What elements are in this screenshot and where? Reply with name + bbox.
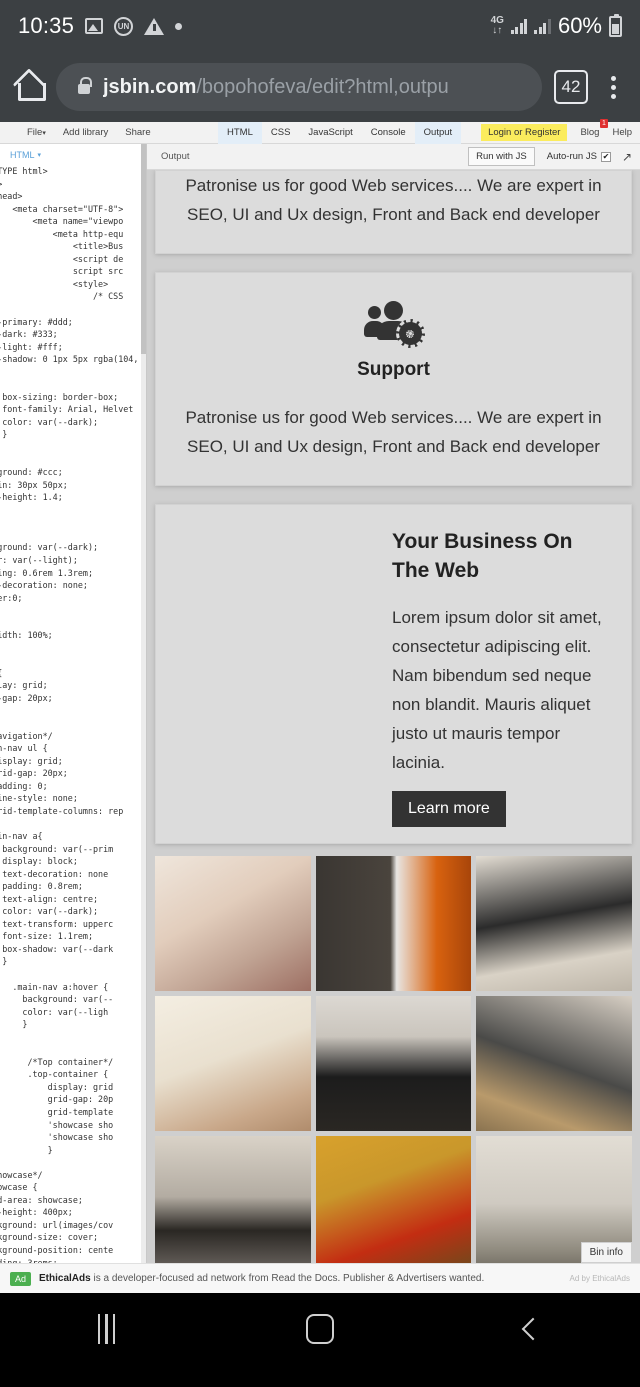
home-icon[interactable] [14,73,46,101]
learn-more-button[interactable]: Learn more [392,791,506,827]
support-card-title: Support [357,359,430,380]
warning-icon [144,17,165,35]
tab-output[interactable]: Output [414,121,462,144]
jsbin-toolbar-left: File▾ Add library Share [0,127,151,138]
signal-bars-sim2-icon [534,18,551,34]
browser-toolbar: jsbin.com/bopohofeva/edit?html,outpu 42 [0,52,640,122]
jsbin-toolbar: File▾ Add library Share HTML CSS JavaScr… [0,119,640,144]
tab-console[interactable]: Console [362,122,415,144]
business-card-title: Your Business On The Web [392,530,573,582]
tab-css[interactable]: CSS [262,122,300,144]
android-status-bar: 10:35 UN 4G ↓↑ 60% [0,0,640,52]
html-editor-pane[interactable]: HTML▾ <!DOCTYPE html> <html> <head> <met… [0,144,146,1263]
phone-screen: 10:35 UN 4G ↓↑ 60% jsbin.com/bopohofeva/e… [0,0,640,1387]
login-or-register-button[interactable]: Login or Register [481,124,568,141]
output-pane: Output Run with JS Auto-run JS ✔ ↗ Patro… [146,144,640,1263]
android-nav-bar [0,1293,640,1365]
output-panel-header: Output Run with JS Auto-run JS ✔ ↗ [147,144,640,170]
back-button[interactable] [427,1317,640,1341]
status-bar-right: 4G ↓↑ 60% [491,13,622,39]
business-card-body: Your Business On The Web Lorem ipsum dol… [384,505,631,843]
ad-strip[interactable]: Ad EthicalAds is a developer-focused ad … [0,1263,640,1293]
battery-icon [609,13,622,37]
dot-icon [175,22,183,30]
code-text[interactable]: <!DOCTYPE html> <html> <head> <meta char… [0,165,146,1263]
gallery-image-ballet-shoes-hanger[interactable] [155,996,311,1131]
support-card-text: Patronise us for good Web services.... W… [185,408,602,456]
kebab-menu-icon[interactable] [600,72,626,102]
menu-file[interactable]: File▾ [27,127,46,138]
gallery-image-woman-in-red-dress[interactable] [315,1136,472,1263]
services-card-text: Patronise us for good Web services.... W… [185,176,602,224]
app-badge-icon: UN [114,16,134,36]
home-icon [305,1314,334,1344]
url-path: /bopohofeva/edit?html,outpu [196,75,449,98]
menu-add-library[interactable]: Add library [63,127,108,138]
url-bar[interactable]: jsbin.com/bopohofeva/edit?html,outpu [56,63,542,111]
gallery-image-hands-reaching-up[interactable] [155,856,311,991]
status-bar-left: 10:35 UN [18,13,491,39]
back-icon [521,1317,545,1341]
business-card-text: Lorem ipsum dolor sit amet, consectetur … [392,608,602,772]
image-gallery [155,856,632,1263]
jsbin-toolbar-right: Login or Register Blog 1 Help [481,119,632,141]
run-with-js-button[interactable]: Run with JS [468,147,535,166]
status-clock: 10:35 [18,13,75,38]
jsbin-panel-tabs: HTML CSS JavaScript Console Output [218,121,462,144]
auto-run-js-label: Auto-run JS [546,151,597,162]
gallery-image-protest-sign[interactable] [476,996,632,1131]
url-text: jsbin.com/bopohofeva/edit?html,outpu [103,76,449,99]
network-type-icon: 4G ↓↑ [490,15,504,36]
signal-bars-sim1-icon [510,18,528,34]
auto-run-js-checkbox[interactable]: ✔ [600,151,611,162]
tab-count-button[interactable]: 42 [554,70,588,104]
business-card-image [156,505,384,843]
ad-text[interactable]: EthicalAds is a developer-focused ad net… [39,1273,562,1284]
preview-iframe[interactable]: Patronise us for good Web services.... W… [147,170,640,1263]
tab-javascript[interactable]: JavaScript [299,122,361,144]
url-domain: jsbin.com [103,75,197,98]
battery-percent: 60% [557,13,602,38]
blog-link[interactable]: Blog 1 [580,119,609,138]
home-button[interactable] [213,1314,426,1344]
gallery-image-woman-on-sofa[interactable] [476,856,632,991]
gallery-image-black-teapot[interactable] [315,996,472,1131]
ad-brand: EthicalAds [39,1273,91,1284]
expand-icon[interactable]: ↗ [622,150,632,164]
ad-attribution: Ad by EthicalAds [569,1274,630,1283]
chevron-down-icon: ▾ [42,130,46,137]
recents-icon [97,1314,116,1344]
editor-output-split: HTML▾ <!DOCTYPE html> <html> <head> <met… [0,144,640,1263]
business-card: Your Business On The Web Lorem ipsum dol… [155,504,632,844]
ad-copy: is a developer-focused ad network from R… [90,1273,485,1284]
ad-tag: Ad [10,1271,32,1286]
lock-icon [78,77,92,94]
blog-badge: 1 [599,119,609,128]
tab-html[interactable]: HTML [218,121,262,144]
recents-button[interactable] [0,1314,213,1344]
support-card: Support Patronise us for good Web servic… [155,272,632,486]
help-link[interactable]: Help [612,127,632,138]
chevron-down-icon: ▾ [37,151,42,159]
menu-share[interactable]: Share [125,127,150,138]
auto-run-js-toggle[interactable]: Auto-run JS ✔ [547,151,611,162]
services-card: Patronise us for good Web services.... W… [155,170,632,254]
gallery-image-man-in-white-tshirt[interactable] [315,856,472,991]
photo-icon [85,18,104,34]
output-label: Output [161,151,190,162]
gallery-image-skater-reflection[interactable] [155,1136,311,1263]
bin-info-button[interactable]: Bin info [580,1242,632,1263]
editor-panel-header[interactable]: HTML ▾ [0,144,146,165]
people-gear-icon [363,299,425,348]
